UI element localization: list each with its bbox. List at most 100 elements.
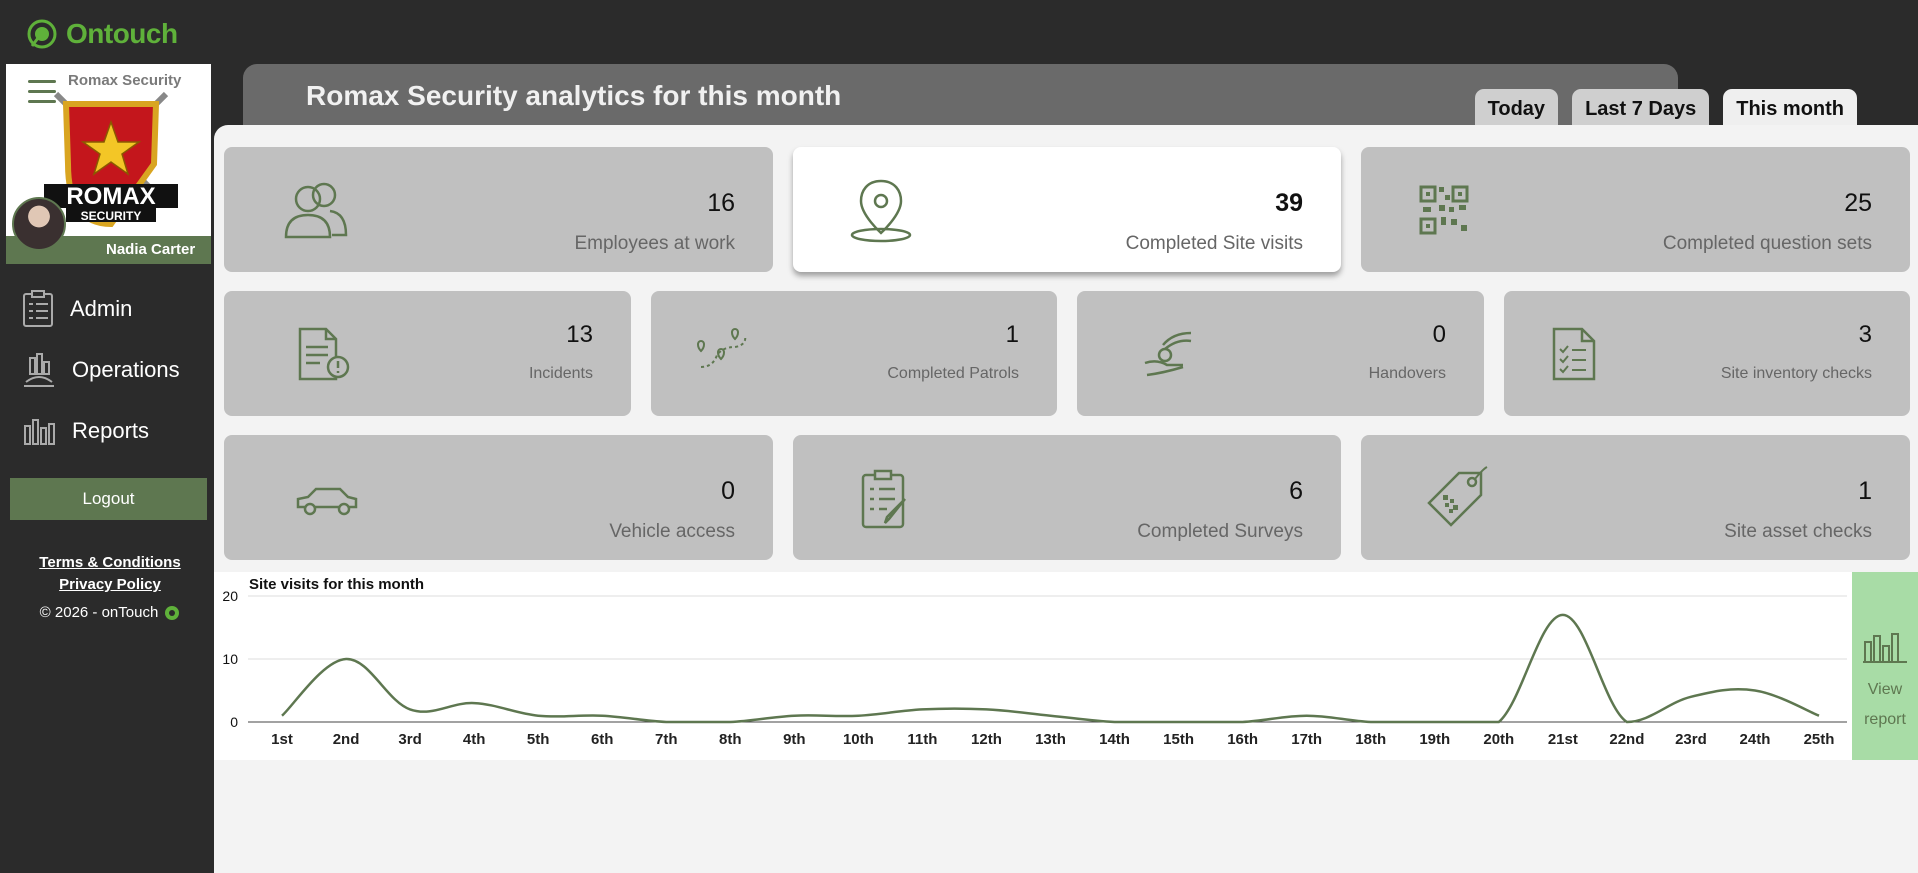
legal-links: Terms & Conditions Privacy Policy © 2026… (0, 552, 220, 621)
y-tick-label: 0 (230, 714, 238, 730)
bar-chart-icon (24, 418, 55, 445)
copyright: © 2026 - onTouch (0, 604, 220, 621)
qr-code-icon (1419, 185, 1469, 235)
hamburger-menu-icon[interactable] (28, 80, 56, 106)
card-assets[interactable]: 1 Site asset checks (1361, 435, 1910, 560)
site-visits-chart: Site visits for this month 0 10 20 1st 2nd 3r… (214, 572, 1852, 760)
series-line (281, 613, 1820, 724)
card-value: 1 (1858, 477, 1872, 505)
card-label: Vehicle access (609, 521, 735, 542)
terms-link[interactable]: Terms & Conditions (0, 552, 220, 574)
sidebar-item-label: Admin (70, 295, 133, 321)
period-tabs: Today Last 7 Days This month (1474, 89, 1857, 125)
card-value: 39 (1275, 189, 1303, 217)
privacy-link[interactable]: Privacy Policy (0, 574, 220, 596)
sidebar: ROMAX SECURITY Romax Security Nadia Cart… (0, 64, 214, 873)
map-pin-icon (850, 179, 912, 243)
card-label: Completed Site visits (1125, 233, 1303, 254)
x-tick-label: 23rd (1675, 731, 1707, 748)
logout-button[interactable]: Logout (10, 478, 207, 520)
card-label: Handovers (1368, 365, 1446, 382)
x-tick-label: 13th (1035, 731, 1066, 748)
x-tick-label: 5th (527, 731, 550, 748)
asset-tag-icon (1427, 466, 1488, 527)
card-vehicle[interactable]: 0 Vehicle access (224, 435, 773, 560)
card-incidents[interactable]: 13 Incidents (224, 291, 631, 416)
x-tick-label: 18th (1355, 731, 1386, 748)
handover-icon (1144, 331, 1192, 377)
bar-chart-icon (1863, 633, 1907, 663)
brand-logo[interactable]: Ontouch (26, 14, 178, 54)
chart-title: Site visits for this month (249, 576, 425, 593)
copyright-text: © 2026 - onTouch (39, 604, 159, 621)
sidebar-nav: Admin Operations Reports (0, 278, 214, 461)
x-tick-label: 4th (463, 731, 486, 748)
card-value: 25 (1844, 189, 1872, 217)
x-tick-label: 6th (591, 731, 614, 748)
x-tick-label: 8th (719, 731, 742, 748)
sidebar-item-reports[interactable]: Reports (0, 400, 214, 461)
card-value: 6 (1289, 477, 1303, 505)
ontouch-small-logo-icon (165, 605, 180, 620)
incident-report-icon (298, 327, 350, 381)
x-tick-label: 15th (1163, 731, 1194, 748)
sidebar-item-operations[interactable]: Operations (0, 339, 214, 400)
card-handovers[interactable]: 0 Handovers (1077, 291, 1484, 416)
x-tick-label: 20th (1483, 731, 1514, 748)
profile-card: ROMAX SECURITY Romax Security Nadia Cart… (6, 64, 211, 264)
x-tick-label: 10th (843, 731, 874, 748)
x-tick-label: 24th (1740, 731, 1771, 748)
avatar[interactable] (12, 197, 66, 251)
card-patrols[interactable]: 1 Completed Patrols (651, 291, 1057, 416)
x-tick-label: 22nd (1609, 731, 1644, 748)
crest-text-romax: ROMAX (66, 183, 155, 210)
sidebar-item-label: Reports (72, 417, 150, 443)
card-value: 0 (721, 477, 735, 505)
view-report-label-2: report (1864, 711, 1906, 728)
y-tick-label: 10 (222, 651, 238, 667)
card-site-visits[interactable]: 39 Completed Site visits (793, 147, 1341, 272)
x-tick-label: 25th (1804, 731, 1835, 748)
card-inventory[interactable]: 3 Site inventory checks (1504, 291, 1910, 416)
x-tick-label: 12th (971, 731, 1002, 748)
operations-icon (24, 352, 54, 387)
tab-this-month[interactable]: This month (1723, 89, 1857, 125)
car-icon (296, 487, 358, 516)
x-tick-label: 1st (271, 731, 293, 748)
tab-last-7-days[interactable]: Last 7 Days (1572, 89, 1710, 125)
checklist-icon (1552, 327, 1596, 381)
x-tick-label: 17th (1291, 731, 1322, 748)
card-value: 16 (707, 189, 735, 217)
app-window: Ontouch ROMAX SECURITY Romax Security Na… (0, 0, 1918, 873)
x-tick-label: 16th (1227, 731, 1258, 748)
sidebar-item-admin[interactable]: Admin (0, 278, 214, 339)
x-tick-label: 9th (783, 731, 806, 748)
survey-icon (861, 469, 906, 529)
brand-name: Ontouch (66, 18, 178, 49)
x-tick-label: 2nd (333, 731, 360, 748)
card-value: 13 (566, 321, 593, 348)
x-tick-label: 11th (907, 731, 937, 748)
card-value: 1 (1005, 321, 1019, 348)
page-title: Romax Security analytics for this month (306, 80, 842, 111)
x-tick-label: 14th (1099, 731, 1130, 748)
view-report-button[interactable]: View report (1852, 572, 1918, 760)
x-tick-label: 3rd (398, 731, 421, 748)
card-employees[interactable]: 16 Employees at work (224, 147, 773, 272)
x-tick-label: 21st (1548, 731, 1578, 748)
card-value: 0 (1432, 321, 1446, 348)
card-question-sets[interactable]: 25 Completed question sets (1361, 147, 1910, 272)
card-label: Completed Surveys (1137, 521, 1303, 542)
card-label: Employees at work (574, 233, 735, 254)
route-icon (697, 327, 747, 368)
y-tick-label: 20 (222, 588, 238, 604)
card-surveys[interactable]: 6 Completed Surveys (793, 435, 1341, 560)
tab-today[interactable]: Today (1474, 89, 1559, 125)
chart-svg: 0 10 20 1st 2nd 3rd 4th 5th 6th 7th 8th 9th 10th 11th… (222, 588, 1847, 748)
card-value: 3 (1858, 321, 1872, 348)
clipboard-icon (23, 289, 53, 327)
x-tick-label: 7th (655, 731, 678, 748)
card-label: Completed Patrols (887, 365, 1019, 382)
card-label: Site asset checks (1724, 521, 1872, 542)
sidebar-item-label: Operations (72, 356, 180, 382)
